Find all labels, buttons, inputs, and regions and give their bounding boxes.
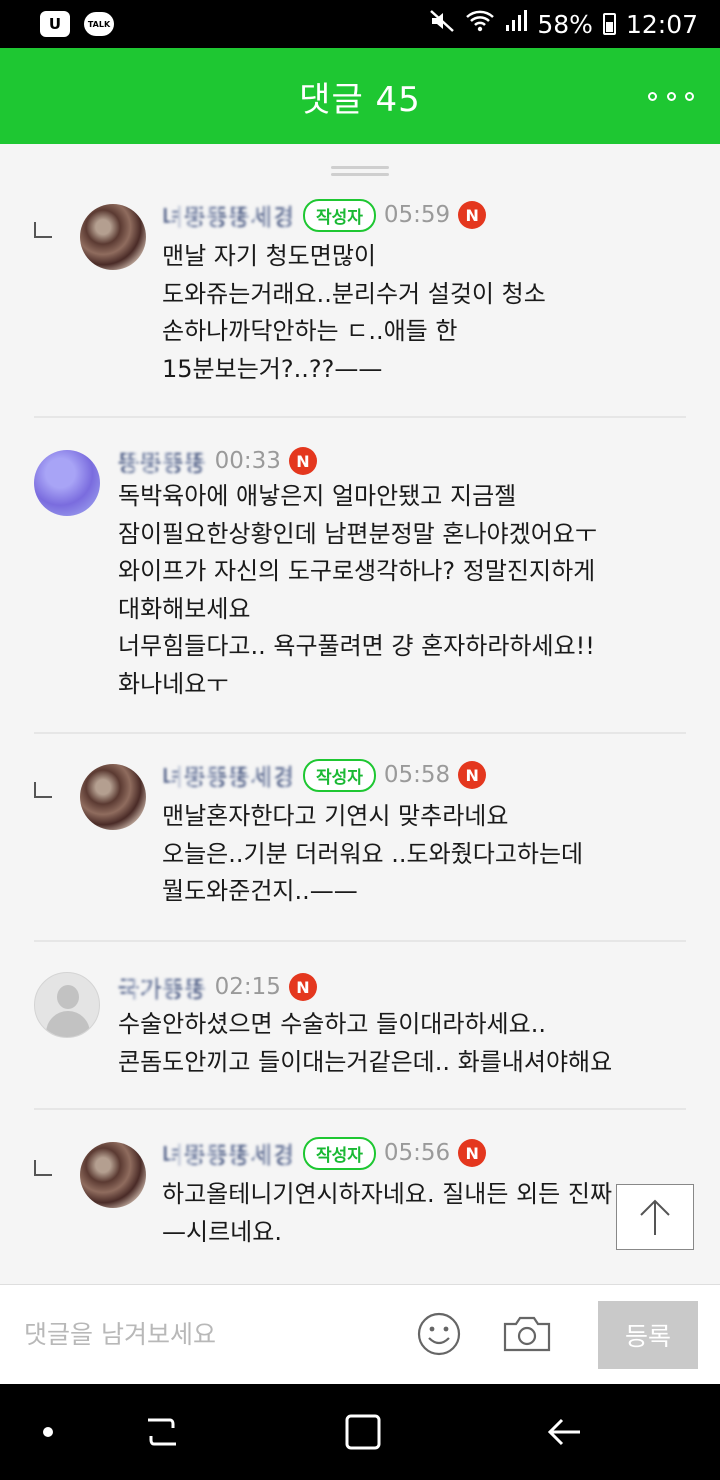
author-badge: 작성자 [302,1136,376,1170]
comment-time: 00:33 [214,448,281,474]
nickname[interactable]: 녀뚱뚱뚱세경 [162,1136,295,1170]
page-title: 댓글 45 [299,79,421,120]
clock: 12:07 [625,9,698,39]
scroll-to-top-button[interactable] [616,1184,694,1250]
comment-time: 05:58 [383,762,451,788]
comment-text: 맨날혼자한다고 기연시 맞추라네요 오늘은..기분 더러워요 ..도와줬다고하는… [162,802,584,905]
app-u-icon: U [40,11,70,37]
wifi-icon [465,9,495,39]
nickname[interactable]: 국가뚱뚱 [118,970,207,1004]
avatar[interactable] [34,972,100,1038]
comment-list[interactable]: 녀뚱뚱뚱세경 작성자 05:59 N 맨날 자기 청도면많이 도와쥬는거래요..… [0,144,720,1284]
divider [34,1108,686,1110]
nickname[interactable]: 뚱뚱뚱뚱 [118,444,207,478]
new-badge: N [288,973,317,1001]
nickname[interactable]: 녀뚱뚱뚱세경 [162,198,295,232]
comment-time: 05:59 [383,202,451,228]
emoji-icon[interactable] [416,1311,462,1357]
divider [34,416,686,418]
comment-time: 02:15 [214,974,281,1000]
home-icon[interactable] [341,1412,385,1452]
new-badge: N [458,1139,487,1167]
comment-text: 수술안하셨으면 수술하고 들이대라하세요.. 콘돔도안끼고 들이대는거같은데..… [118,1010,613,1076]
author-badge: 작성자 [302,198,376,232]
battery-percent: 58% [537,9,593,39]
comments-header: 댓글 45 [0,48,720,144]
comment-input[interactable] [22,1305,386,1363]
more-dots-icon[interactable] [648,78,694,114]
avatar[interactable] [80,204,146,270]
battery-icon [602,13,616,35]
status-bar: U TALK 58% 12:07 [0,0,720,48]
comment-input-bar: 등록 [0,1284,720,1384]
reply-arrow-icon [34,222,52,238]
kakaotalk-icon: TALK [84,12,114,36]
submit-button[interactable]: 등록 [598,1301,698,1369]
recent-apps-icon[interactable] [140,1412,184,1452]
divider [34,940,686,942]
signal-icon [505,9,528,39]
dot-icon[interactable] [26,1412,70,1452]
comment-time: 05:56 [383,1140,451,1166]
arrow-up-icon [640,1199,670,1235]
divider [34,732,686,734]
reply-arrow-icon [34,782,52,798]
nickname[interactable]: 녀뚱뚱뚱세경 [162,758,295,792]
system-nav-bar [0,1384,720,1480]
camera-icon[interactable] [502,1315,552,1353]
comment-text: 하고올테니기연시하자네요. 질내든 외든 진짜 —시르네요. [162,1180,613,1246]
drag-handle[interactable] [331,166,389,178]
new-badge: N [458,201,487,229]
avatar[interactable] [80,1142,146,1208]
avatar[interactable] [80,764,146,830]
comment-text: 독박육아에 애낳은지 얼마안됐고 지금젤 잠이필요한상황인데 남편분정말 혼나야… [118,482,597,698]
author-badge: 작성자 [302,758,376,792]
back-icon[interactable] [542,1412,586,1452]
reply-arrow-icon [34,1160,52,1176]
comment-text: 맨날 자기 청도면많이 도와쥬는거래요..분리수거 설겆이 청소 손하나까닥안하… [162,242,546,383]
avatar[interactable] [34,450,100,516]
mute-icon [429,9,455,39]
new-badge: N [458,761,487,789]
new-badge: N [288,447,317,475]
